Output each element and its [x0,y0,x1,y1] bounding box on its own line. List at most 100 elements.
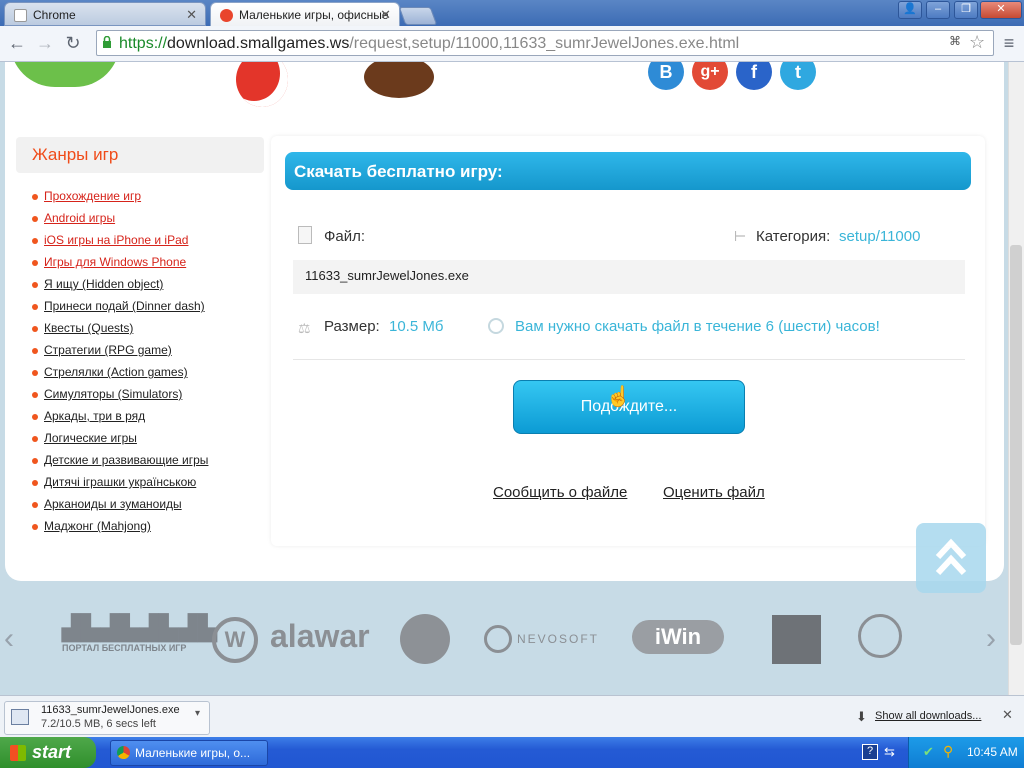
start-button[interactable]: start [0,737,96,768]
tab-label: Маленькие игры, офисные [239,8,389,22]
bullet-icon [32,348,38,354]
url-text: https://download.smallgames.ws/request,s… [119,35,739,53]
chevron-down-icon[interactable]: ▾ [195,708,200,719]
new-tab-button[interactable] [398,7,438,25]
page-icon [14,9,27,22]
search-icon[interactable]: ⚲ [943,743,953,760]
url-scheme: https:// [119,35,168,52]
hand-cursor-icon: ☝ [606,386,631,408]
sidebar-item-quests[interactable]: Квесты (Quests) [44,321,133,335]
network-icon[interactable]: ✔ [923,744,934,760]
windows-logo-icon [10,745,26,761]
size-value: 10.5 Мб [389,318,444,335]
help-icon[interactable]: ? [862,744,878,760]
download-item[interactable]: 11633_sumrJewelJones.exe 7.2/10.5 MB, 6 … [4,701,210,735]
sidebar-item-action[interactable]: Стрелялки (Action games) [44,365,188,379]
close-tab-icon[interactable]: ✕ [380,7,391,23]
url-host: download.smallgames.ws [167,35,350,52]
bigfish-logo[interactable] [400,614,450,664]
partner-game-logo[interactable] [772,615,821,664]
forward-arrow-icon[interactable]: → [34,32,56,54]
tab-smallgames[interactable]: Маленькие игры, офисные ✕ [210,2,400,26]
divider [293,359,965,360]
menu-icon[interactable]: ≡ [998,32,1020,54]
sidebar-title: Жанры игр [32,145,119,164]
bullet-icon [32,480,38,486]
sidebar-item-ios[interactable]: iOS игры на iPhone и iPad [44,233,188,247]
clock-icon [488,318,504,334]
download-file-name: 11633_sumrJewelJones.exe [41,704,180,716]
partner-portal-logo[interactable]: ▟▙▟▙▟▙▟▙ ПОРТАЛ БЕСПЛАТНЫХ ИГР [62,614,217,664]
bullet-icon [32,238,38,244]
category-link[interactable]: setup/11000 [839,228,920,245]
address-bar[interactable]: https://download.smallgames.ws/request,s… [96,30,994,56]
report-file-link[interactable]: Сообщить о файле [493,484,627,501]
sidebar-item-simulators[interactable]: Симуляторы (Simulators) [44,387,182,401]
bookmark-star-icon[interactable]: ☆ [969,32,985,53]
sidebar-item-ukrainian[interactable]: Дитячі іграшки українською [44,475,196,489]
twitter-icon: t [795,62,801,82]
bullet-icon [32,304,38,310]
sidebar-item-windows-phone[interactable]: Игры для Windows Phone [44,255,186,269]
deadline-text: Вам нужно скачать файл в течение 6 (шест… [515,318,880,335]
taskbar-item-label: Маленькие игры, о... [135,746,251,760]
system-tray: ✔ ⚲ 10:45 AM [908,737,1024,768]
bullet-icon [32,194,38,200]
tab-chrome[interactable]: Chrome ✕ [4,2,206,26]
scroll-to-top-button[interactable] [916,523,986,593]
sidebar-item-logic[interactable]: Логические игры [44,431,137,445]
lock-icon [102,35,112,48]
file-icon [298,226,312,244]
minimize-button[interactable]: – [926,1,950,19]
show-all-downloads-link[interactable]: Show all downloads... [875,710,981,722]
sidebar-item-dinner-dash[interactable]: Принеси подай (Dinner dash) [44,299,205,313]
language-icon[interactable]: ⇆ [884,744,895,760]
bullet-icon [32,502,38,508]
size-icon: ⚖ [298,320,311,336]
rate-file-link[interactable]: Оценить файл [663,484,765,501]
translate-icon[interactable]: ⌘ [949,34,961,48]
sidebar-item-kids[interactable]: Детские и развивающие игры [44,453,208,467]
sidebar-item-strategy[interactable]: Стратегии (RPG game) [44,343,172,357]
start-label: start [32,742,72,762]
sidebar-item-hidden-object[interactable]: Я ищу (Hidden object) [44,277,163,291]
download-panel [271,136,985,546]
taskbar-item-chrome[interactable]: Маленькие игры, о... [110,740,268,766]
sidebar-item-mahjong[interactable]: Маджонг (Mahjong) [44,519,151,533]
back-arrow-icon[interactable]: ← [6,32,28,54]
carousel-left-arrow-icon[interactable]: ‹ [4,622,14,656]
bullet-icon [32,524,38,530]
double-chevron-up-icon [935,538,967,576]
close-shelf-icon[interactable]: ✕ [1002,707,1013,723]
sidebar-item-android[interactable]: Android игры [44,211,115,225]
partner-iwin-logo[interactable]: iWin [632,620,724,654]
bullet-icon [32,282,38,288]
sidebar-item-walkthroughs[interactable]: Прохождение игр [44,189,141,203]
scrollbar-thumb[interactable] [1010,245,1022,645]
download-title: Скачать бесплатно игру: [294,162,503,181]
carousel-right-arrow-icon[interactable]: › [986,622,996,656]
close-window-button[interactable]: ✕ [980,1,1022,19]
download-arrow-icon: ⬇ [856,709,867,724]
close-tab-icon[interactable]: ✕ [186,7,197,23]
bullet-icon [32,326,38,332]
partner-casual-logo[interactable] [858,614,902,658]
sidebar-item-arkanoid[interactable]: Арканоиды и зуманоиды [44,497,182,511]
tab-label: Chrome [33,8,76,22]
chrome-icon [117,746,130,759]
bullet-icon [32,436,38,442]
restore-button[interactable]: ❐ [954,1,978,19]
partner-nevosoft-logo[interactable]: NEVOSOFT [517,632,599,682]
download-progress-text: 7.2/10.5 MB, 6 secs left [41,718,156,730]
partner-alawar-logo[interactable]: alawar [270,618,370,668]
bullet-icon [32,458,38,464]
user-icon[interactable]: 👤 [898,1,922,19]
size-label: Размер: [324,318,380,335]
web-page: B g+ f t Жанры игр Прохождение игр Andro… [0,62,1008,695]
reload-icon[interactable]: ↻ [62,32,84,54]
bullet-icon [32,260,38,266]
sidebar-item-arcade[interactable]: Аркады, три в ряд [44,409,145,423]
file-name: 11633_sumrJewelJones.exe [305,268,469,283]
facebook-icon: f [751,62,757,82]
bullet-icon [32,370,38,376]
